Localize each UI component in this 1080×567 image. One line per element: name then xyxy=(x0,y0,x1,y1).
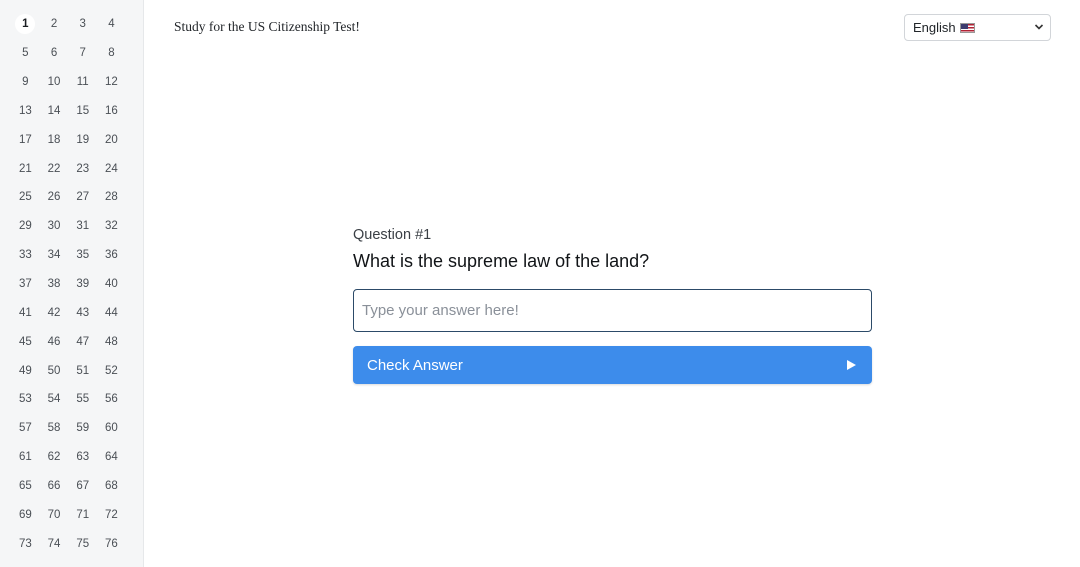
question-number-link[interactable]: 18 xyxy=(40,125,69,154)
question-number-link[interactable]: 58 xyxy=(40,414,69,443)
question-number-link[interactable]: 26 xyxy=(40,183,69,212)
language-selected-value: English xyxy=(913,20,956,35)
question-number-link[interactable]: 53 xyxy=(11,385,40,414)
question-number-link[interactable]: 25 xyxy=(11,183,40,212)
question-number-link[interactable]: 73 xyxy=(11,529,40,558)
question-number-link[interactable]: 68 xyxy=(97,472,126,501)
question-number-link[interactable]: 74 xyxy=(40,529,69,558)
question-number-link[interactable]: 72 xyxy=(97,500,126,529)
question-number-link[interactable]: 32 xyxy=(97,212,126,241)
question-number-link[interactable]: 76 xyxy=(97,529,126,558)
question-number-link[interactable]: 5 xyxy=(11,39,40,68)
check-answer-button[interactable]: Check Answer xyxy=(353,346,872,384)
chevron-down-icon xyxy=(1034,24,1044,30)
question-number-link[interactable]: 57 xyxy=(11,414,40,443)
question-number-link[interactable]: 4 xyxy=(97,10,126,39)
question-number-link[interactable]: 11 xyxy=(68,68,97,97)
question-number-link[interactable]: 55 xyxy=(68,385,97,414)
question-number: Question #1 xyxy=(353,227,432,243)
question-number-link[interactable]: 22 xyxy=(40,154,69,183)
question-number-link[interactable]: 14 xyxy=(40,97,69,126)
question-number-link[interactable]: 52 xyxy=(97,356,126,385)
question-number-link[interactable]: 29 xyxy=(11,212,40,241)
question-number-link[interactable]: 12 xyxy=(97,68,126,97)
question-number-link[interactable]: 33 xyxy=(11,241,40,270)
question-number-link[interactable]: 60 xyxy=(97,414,126,443)
question-number-link[interactable]: 45 xyxy=(11,327,40,356)
question-number-link[interactable]: 24 xyxy=(97,154,126,183)
question-number-link[interactable]: 19 xyxy=(68,125,97,154)
question-number-link[interactable]: 9 xyxy=(11,68,40,97)
question-number-link[interactable]: 43 xyxy=(68,298,97,327)
question-number-link[interactable]: 47 xyxy=(68,327,97,356)
page-title: Study for the US Citizenship Test! xyxy=(174,19,360,34)
language-select[interactable]: English xyxy=(904,14,1051,41)
question-number-label: 1 xyxy=(15,14,36,35)
question-number-link[interactable]: 8 xyxy=(97,39,126,68)
question-number-link[interactable]: 38 xyxy=(40,270,69,299)
question-number-link[interactable]: 48 xyxy=(97,327,126,356)
question-number-link[interactable]: 34 xyxy=(40,241,69,270)
question-number-link[interactable]: 65 xyxy=(11,472,40,501)
question-number-link[interactable]: 10 xyxy=(40,68,69,97)
question-number-grid: 1 2 3 4 5 6 7 8 9 10 11 12 13 14 15 16 17 18 19 20 21 22 23 24 2… xyxy=(11,10,126,558)
question-number-link[interactable]: 44 xyxy=(97,298,126,327)
question-number-link[interactable]: 37 xyxy=(11,270,40,299)
answer-input[interactable] xyxy=(353,289,872,332)
question-number-link[interactable]: 16 xyxy=(97,97,126,126)
question-number-link[interactable]: 20 xyxy=(97,125,126,154)
question-number-link[interactable]: 41 xyxy=(11,298,40,327)
question-number-link[interactable]: 3 xyxy=(68,10,97,39)
question-number-link[interactable]: 54 xyxy=(40,385,69,414)
question-number-link[interactable]: 35 xyxy=(68,241,97,270)
check-answer-label: Check Answer xyxy=(367,356,463,374)
question-number-link[interactable]: 27 xyxy=(68,183,97,212)
question-number-link[interactable]: 63 xyxy=(68,443,97,472)
question-number-link[interactable]: 6 xyxy=(40,39,69,68)
us-flag-icon xyxy=(959,22,975,33)
question-number-link[interactable]: 71 xyxy=(68,500,97,529)
question-number-link[interactable]: 59 xyxy=(68,414,97,443)
question-number-link[interactable]: 62 xyxy=(40,443,69,472)
play-icon xyxy=(847,360,856,370)
question-number-link[interactable]: 28 xyxy=(97,183,126,212)
question-number-link[interactable]: 17 xyxy=(11,125,40,154)
question-number-link[interactable]: 75 xyxy=(68,529,97,558)
question-number-link[interactable]: 56 xyxy=(97,385,126,414)
question-number-link[interactable]: 39 xyxy=(68,270,97,299)
question-number-link[interactable]: 7 xyxy=(68,39,97,68)
question-text: What is the supreme law of the land? xyxy=(353,251,650,271)
question-number-link[interactable]: 61 xyxy=(11,443,40,472)
question-number-link[interactable]: 70 xyxy=(40,500,69,529)
question-number-link[interactable]: 2 xyxy=(40,10,69,39)
question-number-link[interactable]: 1 xyxy=(11,10,40,39)
question-number-link[interactable]: 31 xyxy=(68,212,97,241)
question-number-link[interactable]: 66 xyxy=(40,472,69,501)
question-number-link[interactable]: 21 xyxy=(11,154,40,183)
question-number-link[interactable]: 51 xyxy=(68,356,97,385)
question-number-link[interactable]: 67 xyxy=(68,472,97,501)
question-number-link[interactable]: 46 xyxy=(40,327,69,356)
question-number-link[interactable]: 49 xyxy=(11,356,40,385)
question-number-link[interactable]: 64 xyxy=(97,443,126,472)
question-number-link[interactable]: 13 xyxy=(11,97,40,126)
question-number-link[interactable]: 40 xyxy=(97,270,126,299)
question-number-link[interactable]: 69 xyxy=(11,500,40,529)
question-number-link[interactable]: 23 xyxy=(68,154,97,183)
question-number-link[interactable]: 42 xyxy=(40,298,69,327)
question-number-link[interactable]: 30 xyxy=(40,212,69,241)
question-block: Question #1 What is the supreme law of t… xyxy=(353,227,872,272)
question-number-link[interactable]: 15 xyxy=(68,97,97,126)
question-sidebar: 1 2 3 4 5 6 7 8 9 10 11 12 13 14 15 16 17 18 19 20 21 22 23 24 2… xyxy=(0,0,144,567)
question-number-link[interactable]: 50 xyxy=(40,356,69,385)
question-number-link[interactable]: 36 xyxy=(97,241,126,270)
